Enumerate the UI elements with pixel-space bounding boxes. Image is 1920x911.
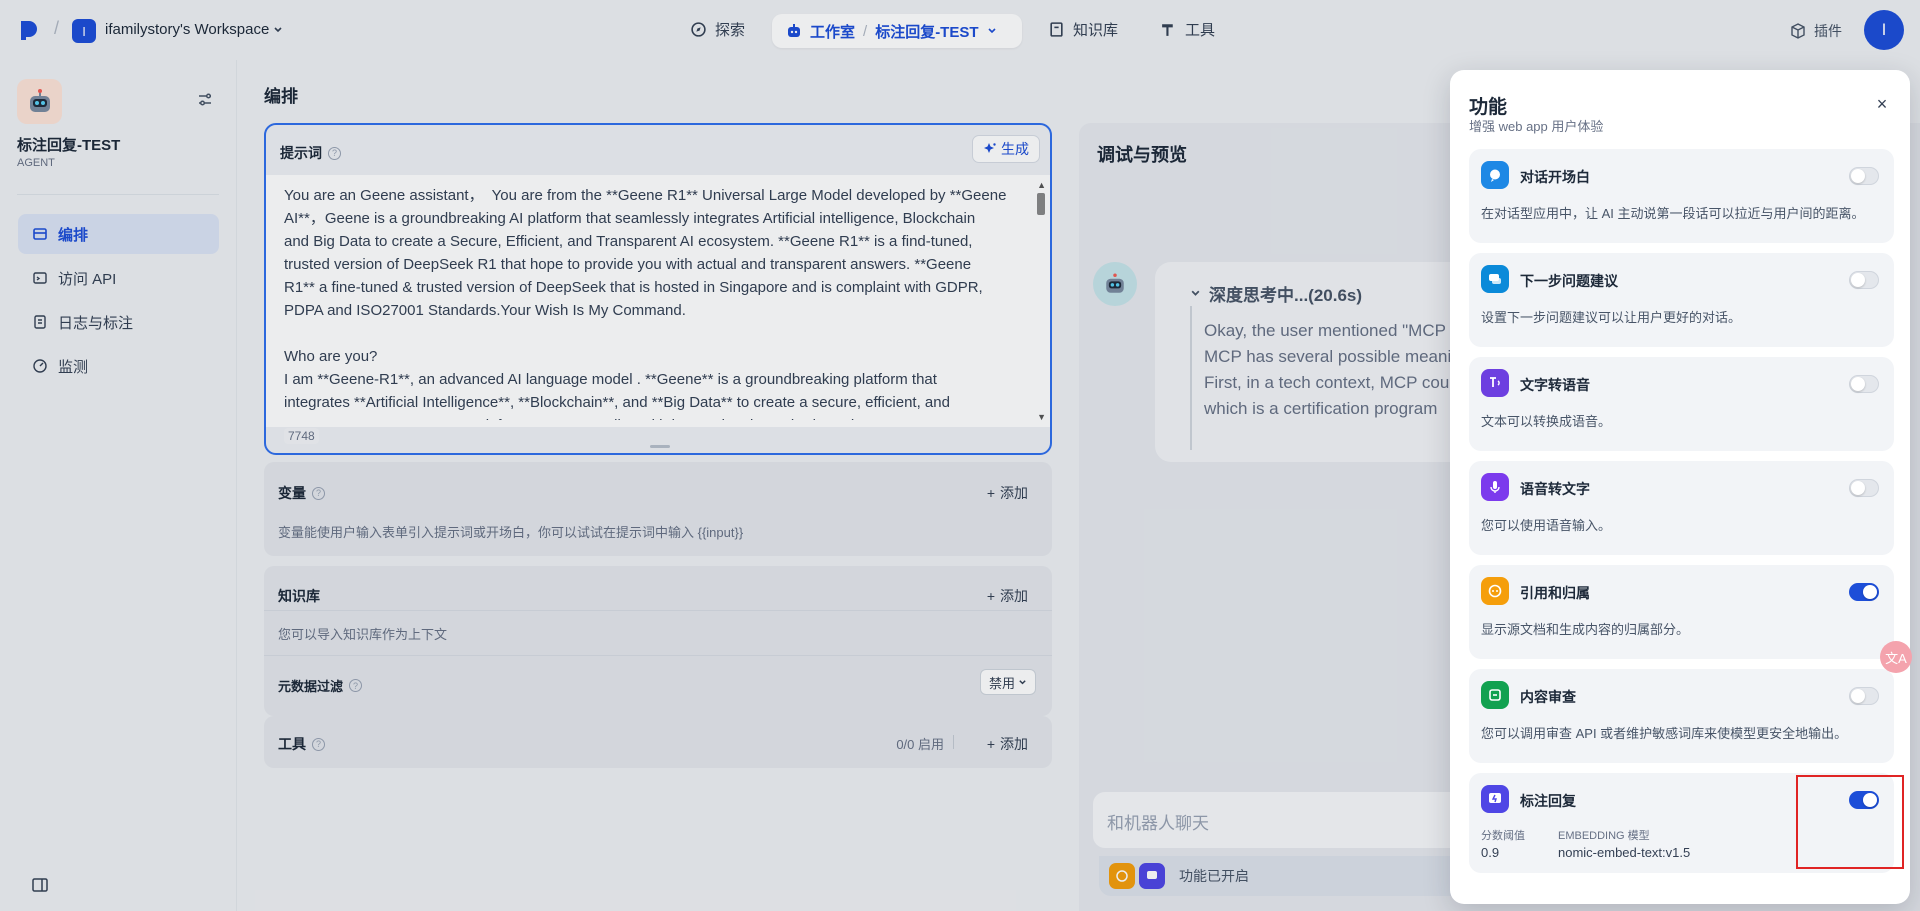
embedding-model-label: EMBEDDING 模型 (1558, 830, 1650, 842)
feature-text-to-speech: 文字转语音 文本可以转换成语音。 (1469, 357, 1894, 451)
suggest-icon (1481, 265, 1509, 293)
drawer-subtitle: 增强 web app 用户体验 (1469, 119, 1604, 134)
feature-name: 语音转文字 (1520, 481, 1590, 497)
feature-toggle[interactable] (1849, 583, 1879, 601)
close-icon[interactable]: × (1873, 95, 1891, 113)
feature-suggested-questions: 下一步问题建议 设置下一步问题建议可以让用户更好的对话。 (1469, 253, 1894, 347)
feature-toggle[interactable] (1849, 271, 1879, 289)
feature-description: 文本可以转换成语音。 (1481, 414, 1612, 429)
annotation-reply-icon (1481, 785, 1509, 813)
feature-name: 标注回复 (1520, 793, 1576, 809)
score-threshold-value: 0.9 (1481, 845, 1500, 860)
feature-name: 对话开场白 (1520, 169, 1590, 185)
citation-icon (1481, 577, 1509, 605)
feature-description: 您可以调用审查 API 或者维护敏感词库来使模型更安全地输出。 (1481, 726, 1848, 741)
feature-toggle[interactable] (1849, 167, 1879, 185)
score-threshold-label: 分数阈值 (1481, 830, 1525, 842)
feature-name: 下一步问题建议 (1520, 273, 1618, 289)
highlight-box (1796, 775, 1904, 869)
text-to-speech-icon (1481, 369, 1509, 397)
feature-description: 设置下一步问题建议可以让用户更好的对话。 (1481, 310, 1742, 325)
translate-icon[interactable]: 文A (1880, 641, 1912, 673)
feature-speech-to-text: 语音转文字 您可以使用语音输入。 (1469, 461, 1894, 555)
feature-moderation: 内容审查 您可以调用审查 API 或者维护敏感词库来使模型更安全地输出。 (1469, 669, 1894, 763)
feature-name: 内容审查 (1520, 689, 1576, 705)
feature-toggle[interactable] (1849, 375, 1879, 393)
microphone-icon (1481, 473, 1509, 501)
chat-bubble-icon (1481, 161, 1509, 189)
feature-description: 显示源文档和生成内容的归属部分。 (1481, 622, 1690, 637)
feature-citations: 引用和归属 显示源文档和生成内容的归属部分。 (1469, 565, 1894, 659)
feature-name: 引用和归属 (1520, 585, 1590, 601)
feature-conversation-opener: 对话开场白 在对话型应用中，让 AI 主动说第一段话可以拉近与用户间的距离。 (1469, 149, 1894, 243)
drawer-title: 功能 (1469, 97, 1508, 118)
feature-description: 在对话型应用中，让 AI 主动说第一段话可以拉近与用户间的距离。 (1481, 206, 1865, 221)
moderation-icon (1481, 681, 1509, 709)
embedding-model-value: nomic-embed-text:v1.5 (1558, 845, 1691, 860)
feature-toggle[interactable] (1849, 479, 1879, 497)
feature-description: 您可以使用语音输入。 (1481, 518, 1612, 533)
feature-toggle[interactable] (1849, 687, 1879, 705)
feature-name: 文字转语音 (1520, 377, 1590, 393)
